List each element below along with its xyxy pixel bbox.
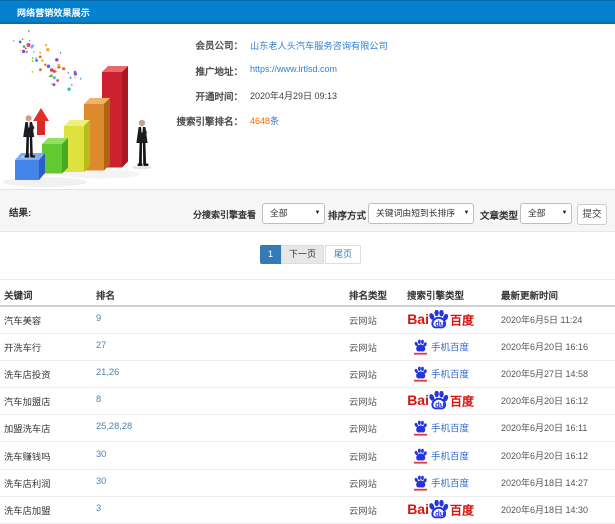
svg-text:手机百度: 手机百度 bbox=[431, 450, 470, 462]
svg-text:手机百度: 手机百度 bbox=[431, 368, 470, 380]
svg-text:Bai: Bai bbox=[407, 392, 429, 408]
svg-text:手机百度: 手机百度 bbox=[431, 341, 470, 353]
svg-text:手机百度: 手机百度 bbox=[431, 477, 470, 489]
svg-text:百度: 百度 bbox=[450, 394, 475, 409]
svg-text:百度: 百度 bbox=[450, 312, 475, 327]
svg-text:Bai: Bai bbox=[407, 501, 429, 517]
svg-text:Bai: Bai bbox=[407, 310, 429, 326]
svg-text:手机百度: 手机百度 bbox=[431, 423, 470, 435]
svg-text:百度: 百度 bbox=[450, 503, 475, 518]
